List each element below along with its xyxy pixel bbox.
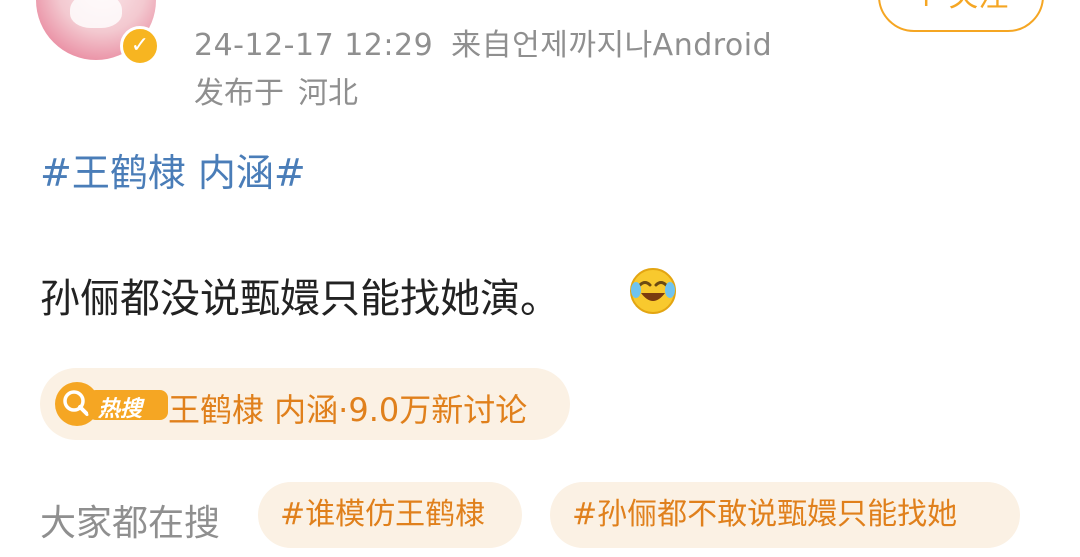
hot-search-text: 王鹤棣 内涵·9.0万新讨论	[168, 391, 528, 429]
search-tag[interactable]: #谁模仿王鹤棣	[258, 482, 522, 548]
follow-button[interactable]: + 关注	[878, 0, 1044, 32]
search-tag[interactable]: #孙俪都不敢说甄嬛只能找她	[550, 482, 1020, 548]
topic-link[interactable]: #王鹤棣 内涵#	[40, 142, 306, 197]
everyone-search-label: 大家都在搜	[40, 503, 221, 544]
location-value: 河北	[298, 76, 358, 111]
laughing-tears-emoji-icon	[630, 268, 676, 314]
post-body: 孙俪都没说甄嬛只能找她演。	[40, 276, 560, 322]
post-source: 来自언제까지나Android	[451, 28, 773, 63]
verified-badge-icon: ✓	[120, 26, 160, 66]
location-prefix: 发布于	[194, 76, 284, 111]
post-meta: 24-12-17 12:29 来自언제까지나Android	[194, 20, 772, 64]
post-timestamp: 24-12-17 12:29	[194, 28, 434, 63]
post-location: 发布于 河北	[194, 68, 358, 112]
hot-search-pill[interactable]: 热搜 王鹤棣 内涵·9.0万新讨论	[40, 368, 570, 440]
hot-search-badge: 热搜	[98, 397, 143, 422]
